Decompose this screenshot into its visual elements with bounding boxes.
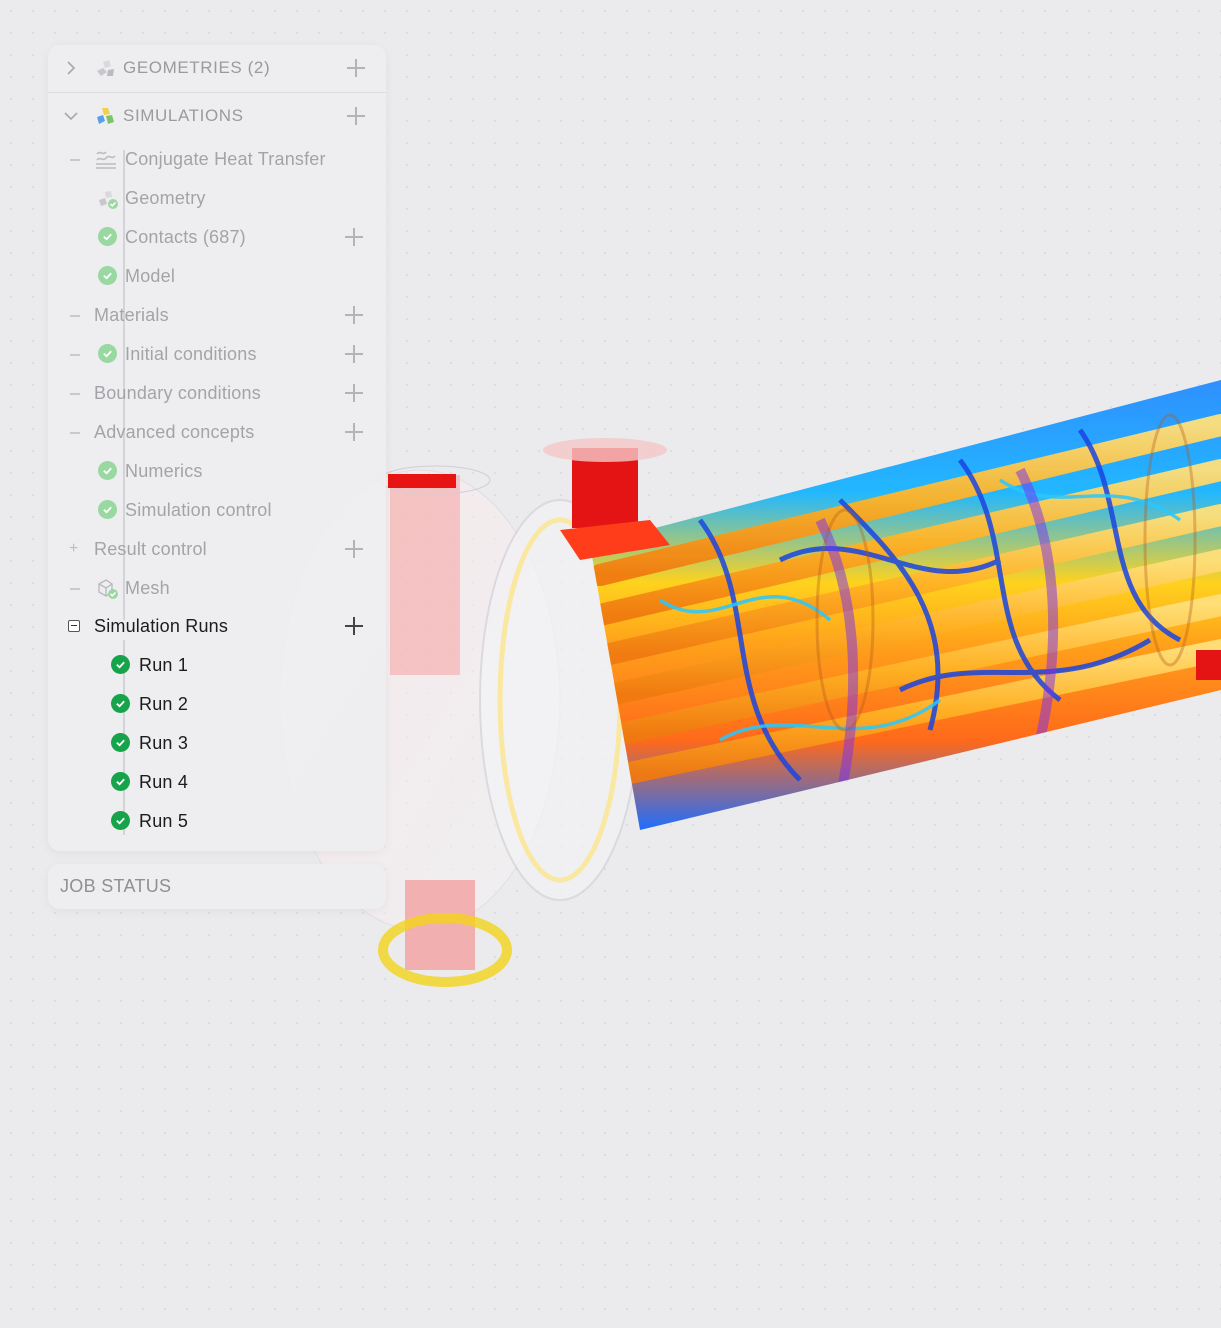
- add-geometry-button[interactable]: [347, 59, 365, 77]
- geometries-label: GEOMETRIES (2): [123, 58, 271, 77]
- collapse-box-icon[interactable]: [68, 620, 80, 632]
- collapse-dash[interactable]: [70, 393, 80, 395]
- run-item[interactable]: Run 4: [48, 764, 386, 800]
- collapse-dash[interactable]: [70, 354, 80, 356]
- add-advanced-concept-button[interactable]: [345, 423, 363, 441]
- tree-item-label: Simulation Runs: [94, 615, 229, 636]
- geometries-section-header[interactable]: GEOMETRIES (2): [48, 50, 386, 86]
- check-icon: [111, 694, 130, 713]
- tree-item-label: Initial conditions: [125, 343, 257, 364]
- add-initial-condition-button[interactable]: [345, 345, 363, 363]
- tree-item-label: Numerics: [125, 460, 203, 481]
- mesh-check-icon: [95, 576, 118, 599]
- check-icon: [111, 733, 130, 752]
- tree-item-boundary-conditions[interactable]: Boundary conditions: [48, 375, 386, 411]
- check-icon: [98, 344, 117, 363]
- run-label: Run 5: [139, 810, 189, 831]
- check-icon: [98, 266, 117, 285]
- tree-item-geometry[interactable]: Geometry: [48, 180, 386, 216]
- check-icon: [98, 227, 117, 246]
- run-item[interactable]: Run 2: [48, 686, 386, 722]
- job-status-label: JOB STATUS: [60, 876, 172, 896]
- tree-item-mesh[interactable]: Mesh: [48, 570, 386, 606]
- run-item[interactable]: Run 1: [48, 647, 386, 683]
- collapse-dash[interactable]: [70, 588, 80, 590]
- check-icon: [111, 772, 130, 791]
- tree-item-label: Geometry: [125, 187, 206, 208]
- chevron-right-icon[interactable]: [64, 61, 78, 75]
- add-simulation-button[interactable]: [347, 107, 365, 125]
- simulations-label: SIMULATIONS: [123, 106, 244, 125]
- tree-item-label: Simulation control: [125, 499, 272, 520]
- run-label: Run 2: [139, 693, 189, 714]
- tree-item-label: Boundary conditions: [94, 382, 261, 403]
- divider: [48, 92, 386, 93]
- tree-item-label: Result control: [94, 538, 207, 559]
- tree-item-label: Conjugate Heat Transfer: [125, 148, 326, 169]
- chevron-down-icon[interactable]: [64, 109, 78, 123]
- geometries-icon: [94, 57, 116, 79]
- tree-item-contacts[interactable]: Contacts (687): [48, 219, 386, 255]
- add-result-control-button[interactable]: [345, 540, 363, 558]
- run-label: Run 4: [139, 771, 189, 792]
- add-material-button[interactable]: [345, 306, 363, 324]
- tree-item-simulation-control[interactable]: Simulation control: [48, 492, 386, 528]
- tree-item-label: Materials: [94, 304, 169, 325]
- add-simulation-run-button[interactable]: [345, 617, 363, 635]
- simulations-section-header[interactable]: SIMULATIONS: [48, 98, 386, 134]
- collapse-dash[interactable]: [70, 159, 80, 161]
- tree-item-advanced-concepts[interactable]: Advanced concepts: [48, 414, 386, 450]
- tree-item-label: Contacts (687): [125, 226, 246, 247]
- heat-transfer-icon: [94, 148, 116, 170]
- run-item[interactable]: Run 5: [48, 803, 386, 839]
- tree-item-label: Advanced concepts: [94, 421, 255, 442]
- tree-item-numerics[interactable]: Numerics: [48, 453, 386, 489]
- check-icon: [98, 500, 117, 519]
- expand-plus-icon[interactable]: +: [69, 541, 78, 557]
- run-label: Run 1: [139, 654, 189, 675]
- collapse-dash[interactable]: [70, 432, 80, 434]
- heat-exchanger-render: [279, 380, 1221, 987]
- tree-item-materials[interactable]: Materials: [48, 297, 386, 333]
- run-label: Run 3: [139, 732, 189, 753]
- simulations-icon: [94, 105, 116, 127]
- add-boundary-condition-button[interactable]: [345, 384, 363, 402]
- tree-item-initial-conditions[interactable]: Initial conditions: [48, 336, 386, 372]
- simulation-tree-panel: GEOMETRIES (2) SIMULATIONS Conjugate Hea…: [48, 45, 386, 851]
- tree-item-result-control[interactable]: + Result control: [48, 531, 386, 567]
- tree-item-label: Model: [125, 265, 176, 286]
- collapse-dash[interactable]: [70, 315, 80, 317]
- check-icon: [111, 811, 130, 830]
- geometry-check-icon: [97, 188, 119, 210]
- check-icon: [111, 655, 130, 674]
- job-status-panel[interactable]: JOB STATUS: [48, 864, 386, 909]
- tree-item-simulation-runs[interactable]: Simulation Runs: [48, 608, 386, 644]
- tree-item-model[interactable]: Model: [48, 258, 386, 294]
- tree-item-label: Mesh: [125, 577, 170, 598]
- run-item[interactable]: Run 3: [48, 725, 386, 761]
- check-icon: [98, 461, 117, 480]
- add-contact-button[interactable]: [345, 228, 363, 246]
- tree-item-conjugate-heat-transfer[interactable]: Conjugate Heat Transfer: [48, 141, 386, 177]
